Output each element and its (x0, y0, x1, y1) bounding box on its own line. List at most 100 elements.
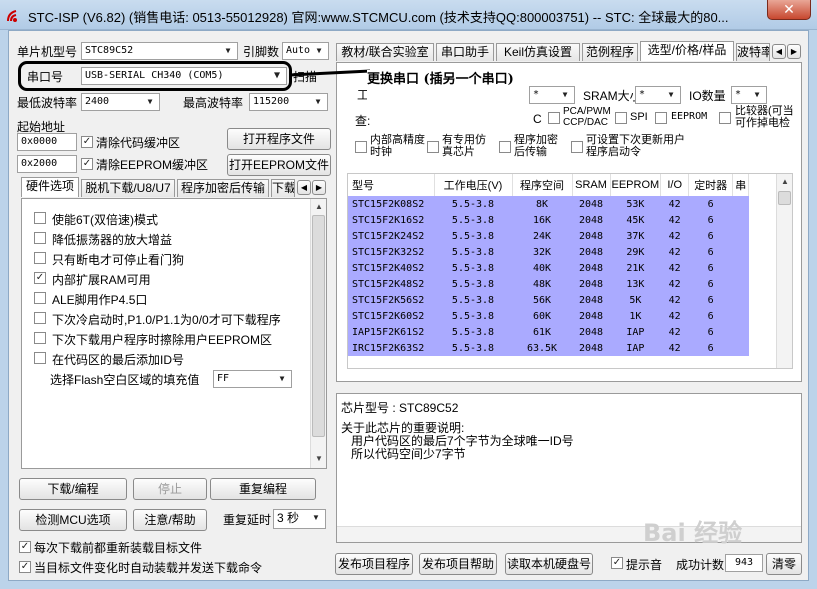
right-tab-scroll-right-button[interactable]: ▶ (787, 44, 801, 59)
table-cell: 2048 (572, 228, 610, 244)
eeprom-filter-checkbox[interactable] (655, 112, 667, 124)
column-header[interactable]: 程序空间 (512, 174, 573, 196)
eeprom-address-input[interactable]: 0x2000 (17, 155, 77, 173)
publish-project-button[interactable]: 发布项目程序 (335, 553, 413, 575)
tab-scroll-right-button[interactable]: ▶ (312, 180, 326, 195)
table-row[interactable]: IAP15F2K61S2 5.5-3.8 61K 2048 IAP 42 6 (348, 324, 749, 340)
column-header[interactable]: I/O (660, 174, 690, 196)
prompt-sound-checkbox[interactable]: ✓ (611, 557, 623, 569)
table-row[interactable]: IRC15F2K63S2 5.5-3.8 63.5K 2048 IAP 42 6 (348, 340, 749, 356)
column-header[interactable]: SRAM (572, 174, 611, 196)
reload-before-download-checkbox[interactable]: ✓ (19, 541, 31, 553)
clear-code-checkbox[interactable]: ✓ (81, 136, 93, 148)
column-header[interactable]: 工作电压(V) (434, 174, 513, 196)
mcu-type-select[interactable]: STC89C52 ▼ (81, 42, 238, 60)
option-checkbox[interactable] (34, 332, 46, 344)
table-cell: 13K (610, 276, 661, 292)
option-checkbox[interactable] (34, 232, 46, 244)
annotation-arrow (290, 69, 370, 77)
close-button[interactable]: ✕ (767, 0, 811, 20)
settable-checkbox[interactable] (571, 141, 583, 153)
tab-examples[interactable]: 范例程序 (582, 43, 638, 61)
scrollbar-thumb[interactable] (778, 191, 791, 205)
table-row[interactable]: STC15F2K40S2 5.5-3.8 40K 2048 21K 42 6 (348, 260, 749, 276)
tab-textbook-lab[interactable]: 教材/联合实验室 (336, 43, 434, 61)
fill-value: FF (217, 373, 230, 384)
chevron-down-icon: ▼ (316, 46, 322, 55)
table-header-row: 型号 工作电压(V) 程序空间 SRAM EEPROM I/O 定时器 串 (348, 174, 750, 196)
tab-scroll-left-button[interactable]: ◀ (297, 180, 311, 195)
chip-model-line: 芯片型号 : STC89C52 (341, 401, 459, 415)
io-count-select[interactable]: * ▼ (731, 86, 767, 104)
table-cell: 6 (688, 292, 733, 308)
option-label: ALE脚用作P4.5口 (52, 293, 148, 307)
right-tab-scroll-left-button[interactable]: ◀ (772, 44, 786, 59)
tab-hardware-options[interactable]: 硬件选项 (21, 177, 79, 197)
spi-checkbox[interactable] (615, 112, 627, 124)
comparator-checkbox[interactable] (719, 112, 731, 124)
option-label: 降低振荡器的放大增益 (52, 233, 173, 247)
option-checkbox[interactable] (34, 292, 46, 304)
table-row[interactable]: STC15F2K16S2 5.5-3.8 16K 2048 45K 42 6 (348, 212, 749, 228)
table-row[interactable]: STC15F2K60S2 5.5-3.8 60K 2048 1K 42 6 (348, 308, 749, 324)
fill-value-select[interactable]: FF ▼ (213, 370, 292, 388)
table-row[interactable]: STC15F2K56S2 5.5-3.8 56K 2048 5K 42 6 (348, 292, 749, 308)
sram-size-select[interactable]: * ▼ (635, 86, 681, 104)
emulator-checkbox[interactable] (427, 141, 439, 153)
open-program-button[interactable]: 打开程序文件 (227, 128, 331, 150)
table-row[interactable]: STC15F2K48S2 5.5-3.8 48K 2048 13K 42 6 (348, 276, 749, 292)
tab-baud-rate[interactable]: 波特率 (736, 43, 770, 61)
filter-select-1[interactable]: * ▼ (529, 86, 575, 104)
options-scrollbar[interactable]: ▲ ▼ (310, 199, 326, 468)
column-header[interactable]: EEPROM (610, 174, 662, 196)
clear-eeprom-checkbox[interactable]: ✓ (81, 158, 93, 170)
scroll-up-icon[interactable]: ▲ (312, 200, 326, 214)
column-header[interactable]: 型号 (348, 174, 435, 196)
option-checkbox[interactable] (34, 352, 46, 364)
table-row[interactable]: STC15F2K08S2 5.5-3.8 8K 2048 53K 42 6 (348, 196, 749, 212)
retry-delay-select[interactable]: 3 秒 ▼ (273, 509, 326, 529)
table-cell: 5.5-3.8 (434, 292, 512, 308)
help-button[interactable]: 注意/帮助 (133, 509, 207, 531)
option-checkbox[interactable]: ✓ (34, 272, 46, 284)
tab-keil-emulation[interactable]: Keil仿真设置 (496, 43, 580, 61)
option-checkbox[interactable] (34, 312, 46, 324)
encrypted-checkbox[interactable] (499, 141, 511, 153)
download-program-button[interactable]: 下载/编程 (19, 478, 127, 500)
table-cell: 6 (688, 196, 733, 212)
option-checkbox[interactable] (34, 212, 46, 224)
table-cell: 42 (660, 324, 689, 340)
reprogram-button[interactable]: 重复编程 (210, 478, 316, 500)
detect-mcu-button[interactable]: 检测MCU选项 (19, 509, 127, 531)
chevron-left-icon: ◀ (775, 47, 783, 56)
clear-count-button[interactable]: 清零 (766, 553, 802, 575)
column-header[interactable]: 串 (732, 174, 750, 196)
open-eeprom-button[interactable]: 打开EEPROM文件 (227, 154, 331, 176)
pin-count-select[interactable]: Auto ▼ (282, 42, 329, 60)
column-header[interactable]: 定时器 (688, 174, 734, 196)
tab-selection-price[interactable]: 选型/价格/样品 (640, 41, 734, 61)
auto-load-checkbox[interactable]: ✓ (19, 561, 31, 573)
close-icon: ✕ (783, 1, 795, 17)
scroll-up-icon[interactable]: ▲ (778, 175, 792, 189)
table-cell: 42 (660, 308, 689, 324)
internal-clock-checkbox[interactable] (355, 141, 367, 153)
scrollbar-thumb[interactable] (312, 215, 325, 437)
tab-encrypted-transfer[interactable]: 程序加密后传输 (177, 179, 269, 197)
min-baud-select[interactable]: 2400 ▼ (81, 93, 160, 111)
pca-checkbox[interactable] (548, 112, 560, 124)
code-address-input[interactable]: 0x0000 (17, 133, 77, 151)
read-disk-serial-button[interactable]: 读取本机硬盘号 (505, 553, 593, 575)
table-row[interactable]: STC15F2K32S2 5.5-3.8 32K 2048 29K 42 6 (348, 244, 749, 260)
stop-button[interactable]: 停止 (133, 478, 207, 500)
tab-offline-download[interactable]: 脱机下载/U8/U7 (81, 179, 175, 197)
table-row[interactable]: STC15F2K24S2 5.5-3.8 24K 2048 37K 42 6 (348, 228, 749, 244)
option-label: 使能6T(双倍速)模式 (52, 213, 158, 227)
tab-download-more[interactable]: 下载 (271, 179, 295, 197)
option-checkbox[interactable] (34, 252, 46, 264)
scroll-down-icon[interactable]: ▼ (312, 452, 326, 466)
publish-help-button[interactable]: 发布项目帮助 (419, 553, 497, 575)
tab-serial-assistant[interactable]: 串口助手 (436, 43, 494, 61)
table-scrollbar[interactable]: ▲ (776, 174, 792, 368)
max-baud-select[interactable]: 115200 ▼ (249, 93, 328, 111)
